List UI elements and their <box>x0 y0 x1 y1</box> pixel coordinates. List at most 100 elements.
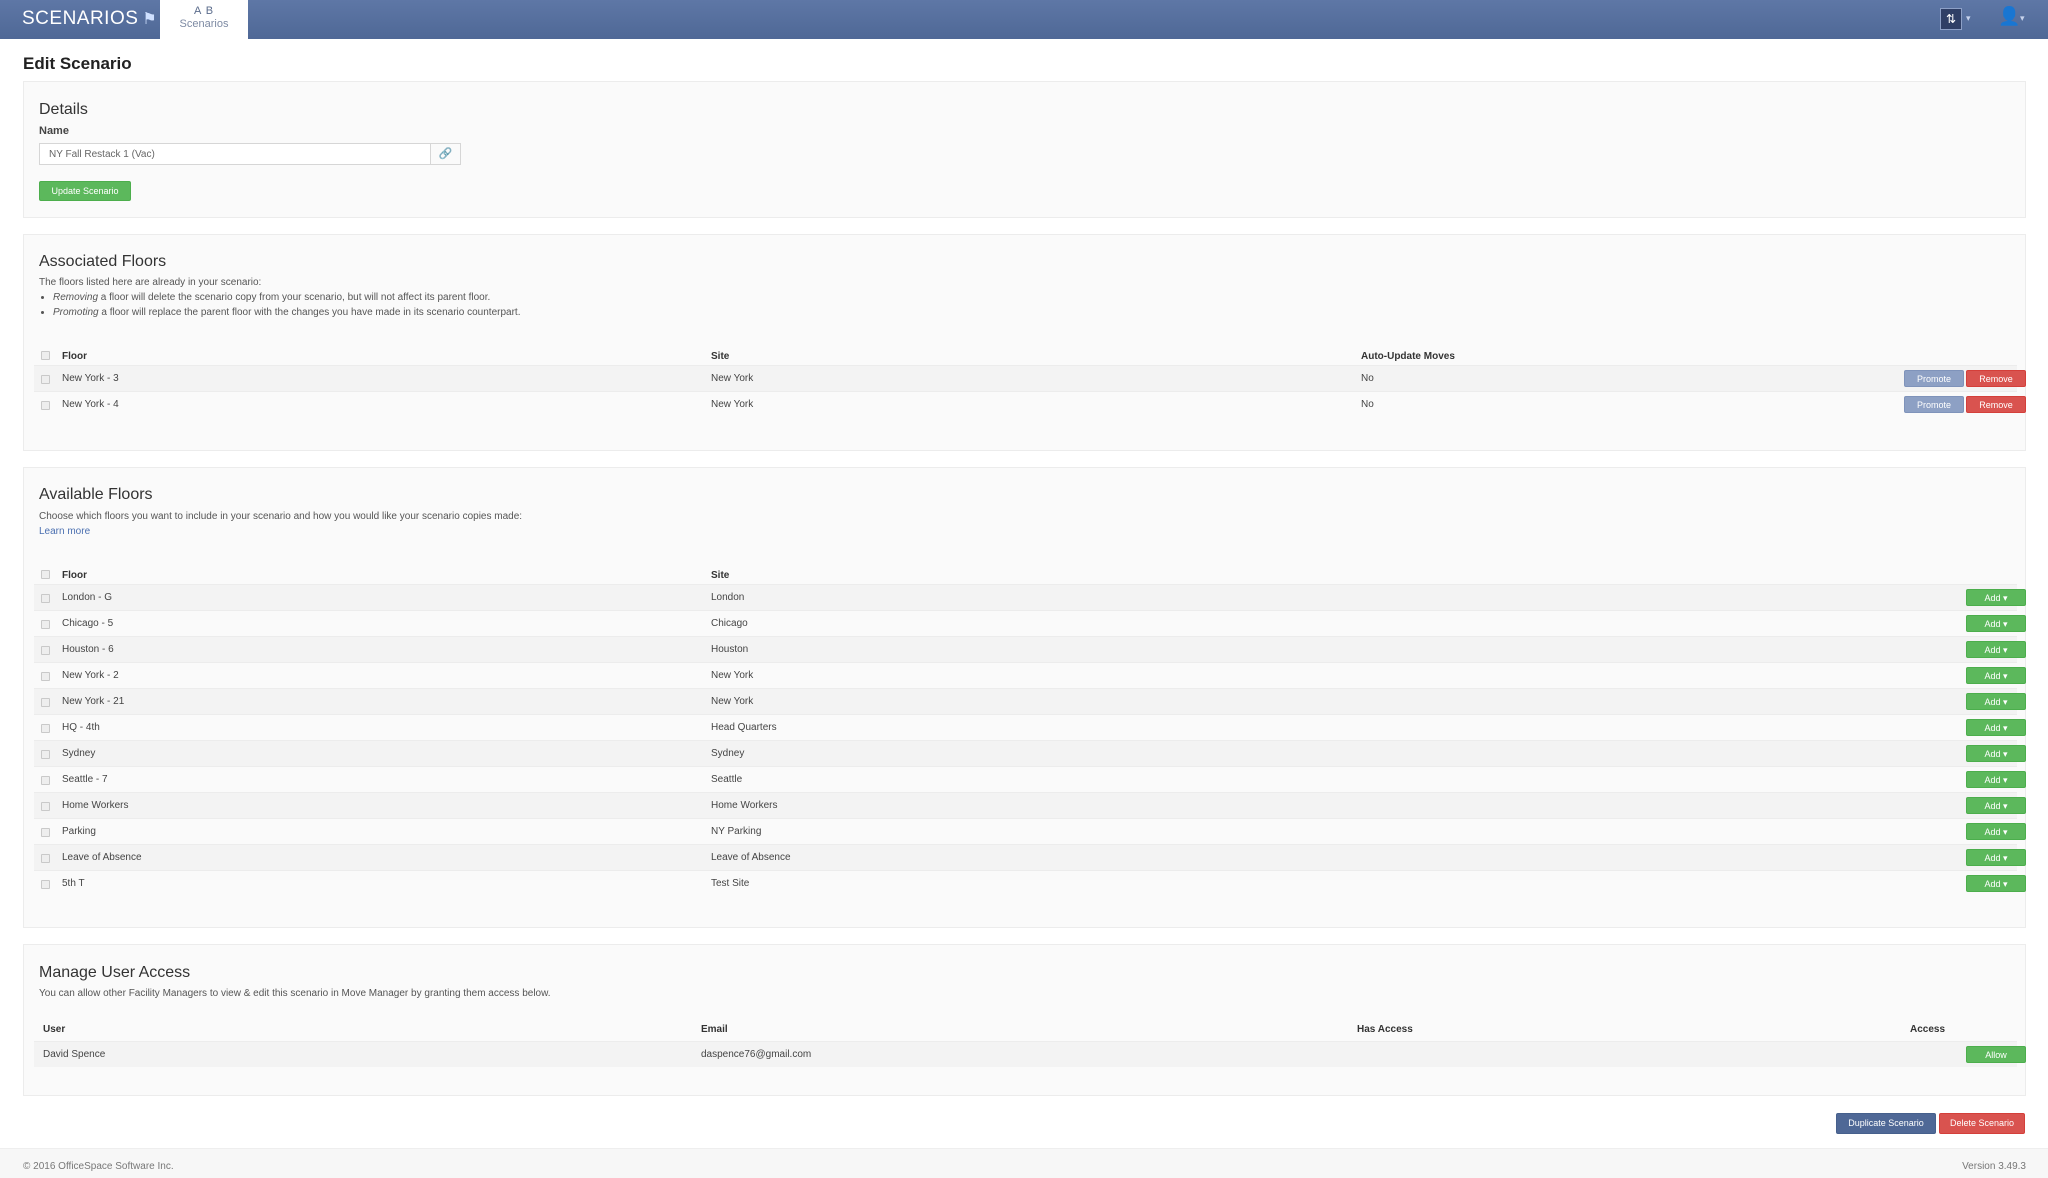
table-row: New York - 3 New York No Promote Remove <box>34 365 2026 391</box>
details-heading: Details <box>39 101 88 118</box>
row-checkbox[interactable] <box>41 375 50 384</box>
add-floor-button[interactable]: Add ▾ <box>1966 745 2026 762</box>
table-row: New York - 4 New York No Promote Remove <box>34 391 2026 417</box>
add-floor-button[interactable]: Add ▾ <box>1966 719 2026 736</box>
select-all-checkbox[interactable] <box>41 351 50 360</box>
link-icon[interactable]: 🔗 <box>431 143 461 165</box>
user-cell: David Spence <box>43 1049 106 1060</box>
associated-floors-panel: Associated Floors The floors listed here… <box>23 234 2026 451</box>
tab-scenarios-label: Scenarios <box>179 18 229 30</box>
site-cell: New York <box>711 399 754 410</box>
table-row: Sydney Sydney Add ▾ <box>34 740 2026 766</box>
associated-bullets: Removing a floor will delete the scenari… <box>39 292 520 322</box>
user-menu-icon[interactable]: 👤 <box>1998 6 2020 27</box>
table-row: New York - 21 New York Add ▾ <box>34 688 2026 714</box>
duplicate-scenario-button[interactable]: Duplicate Scenario <box>1836 1113 1936 1134</box>
remove-button[interactable]: Remove <box>1966 370 2026 387</box>
add-floor-button[interactable]: Add ▾ <box>1966 589 2026 606</box>
table-row: Parking NY Parking Add ▾ <box>34 818 2026 844</box>
chevron-down-icon[interactable]: ▾ <box>1966 13 1971 24</box>
row-checkbox[interactable] <box>41 828 50 837</box>
promote-button[interactable]: Promote <box>1904 370 1964 387</box>
add-floor-button[interactable]: Add ▾ <box>1966 797 2026 814</box>
col-auto-update: Auto-Update Moves <box>1361 351 1455 362</box>
user-access-panel: Manage User Access You can allow other F… <box>23 944 2026 1096</box>
row-checkbox[interactable] <box>41 854 50 863</box>
auto-update-cell: No <box>1361 399 1374 410</box>
site-cell: Leave of Absence <box>711 852 791 863</box>
name-label: Name <box>39 125 69 137</box>
add-floor-button[interactable]: Add ▾ <box>1966 615 2026 632</box>
row-checkbox[interactable] <box>41 646 50 655</box>
row-checkbox[interactable] <box>41 594 50 603</box>
add-floor-button[interactable]: Add ▾ <box>1966 875 2026 892</box>
access-intro: You can allow other Facility Managers to… <box>39 988 551 999</box>
row-checkbox[interactable] <box>41 880 50 889</box>
available-intro: Choose which floors you want to include … <box>39 511 523 522</box>
table-row: HQ - 4th Head Quarters Add ▾ <box>34 714 2026 740</box>
table-row: 5th T Test Site Add ▾ <box>34 870 2026 896</box>
floor-cell: Chicago - 5 <box>62 618 114 629</box>
add-floor-button[interactable]: Add ▾ <box>1966 693 2026 710</box>
footer: © 2016 OfficeSpace Software Inc. Version… <box>0 1148 2048 1178</box>
email-cell: daspence76@gmail.com <box>701 1049 812 1060</box>
col-user: User <box>43 1024 66 1035</box>
auto-update-cell: No <box>1361 373 1374 384</box>
add-floor-button[interactable]: Add ▾ <box>1966 667 2026 684</box>
promote-button[interactable]: Promote <box>1904 396 1964 413</box>
row-checkbox[interactable] <box>41 750 50 759</box>
tab-scenarios[interactable]: A B Scenarios <box>160 0 248 39</box>
brand-logo[interactable]: SCENARIOS ⚑ <box>22 8 157 30</box>
site-cell: New York <box>711 696 754 707</box>
row-checkbox[interactable] <box>41 672 50 681</box>
row-checkbox[interactable] <box>41 698 50 707</box>
floor-cell: Houston - 6 <box>62 644 114 655</box>
learn-more-link[interactable]: Learn more <box>39 526 90 537</box>
select-all-checkbox[interactable] <box>41 570 50 579</box>
site-cell: New York <box>711 373 754 384</box>
row-checkbox[interactable] <box>41 401 50 410</box>
page-title: Edit Scenario <box>23 54 132 73</box>
access-heading: Manage User Access <box>39 964 191 981</box>
table-row: Seattle - 7 Seattle Add ▾ <box>34 766 2026 792</box>
row-checkbox[interactable] <box>41 776 50 785</box>
row-checkbox[interactable] <box>41 620 50 629</box>
floor-cell: New York - 3 <box>62 373 119 384</box>
add-floor-button[interactable]: Add ▾ <box>1966 641 2026 658</box>
available-floors-panel: Available Floors Choose which floors you… <box>23 467 2026 928</box>
associated-heading: Associated Floors <box>39 253 167 270</box>
col-access: Access <box>1910 1024 1946 1035</box>
app-switcher-icon[interactable]: ⇅ <box>1940 8 1962 30</box>
table-row: Chicago - 5 Chicago Add ▾ <box>34 610 2026 636</box>
version: Version 3.49.3 <box>1962 1161 2026 1172</box>
copyright: © 2016 OfficeSpace Software Inc. <box>23 1161 174 1172</box>
chevron-down-icon[interactable]: ▾ <box>2020 13 2025 24</box>
available-heading: Available Floors <box>39 486 153 503</box>
row-checkbox[interactable] <box>41 724 50 733</box>
col-email: Email <box>701 1024 728 1035</box>
top-navbar: SCENARIOS ⚑ A B Scenarios ⇅ ▾ 👤 ▾ <box>0 0 2048 39</box>
floor-cell: New York - 4 <box>62 399 119 410</box>
table-row: London - G London Add ▾ <box>34 584 2026 610</box>
remove-button[interactable]: Remove <box>1966 396 2026 413</box>
brand-icon: ⚑ <box>142 11 158 28</box>
table-row: Leave of Absence Leave of Absence Add ▾ <box>34 844 2026 870</box>
scenario-name-input[interactable] <box>39 143 431 165</box>
site-cell: Sydney <box>711 748 745 759</box>
row-checkbox[interactable] <box>41 802 50 811</box>
site-cell: Home Workers <box>711 800 778 811</box>
scenarios-icon: A B <box>193 5 215 17</box>
floor-cell: Seattle - 7 <box>62 774 108 785</box>
allow-button[interactable]: Allow <box>1966 1046 2026 1063</box>
add-floor-button[interactable]: Add ▾ <box>1966 823 2026 840</box>
site-cell: Seattle <box>711 774 743 785</box>
delete-scenario-button[interactable]: Delete Scenario <box>1939 1113 2025 1134</box>
add-floor-button[interactable]: Add ▾ <box>1966 771 2026 788</box>
site-cell: Chicago <box>711 618 748 629</box>
table-row: Houston - 6 Houston Add ▾ <box>34 636 2026 662</box>
col-has-access: Has Access <box>1357 1024 1413 1035</box>
col-floor: Floor <box>62 570 87 581</box>
add-floor-button[interactable]: Add ▾ <box>1966 849 2026 866</box>
site-cell: New York <box>711 670 754 681</box>
update-scenario-button[interactable]: Update Scenario <box>39 181 131 201</box>
